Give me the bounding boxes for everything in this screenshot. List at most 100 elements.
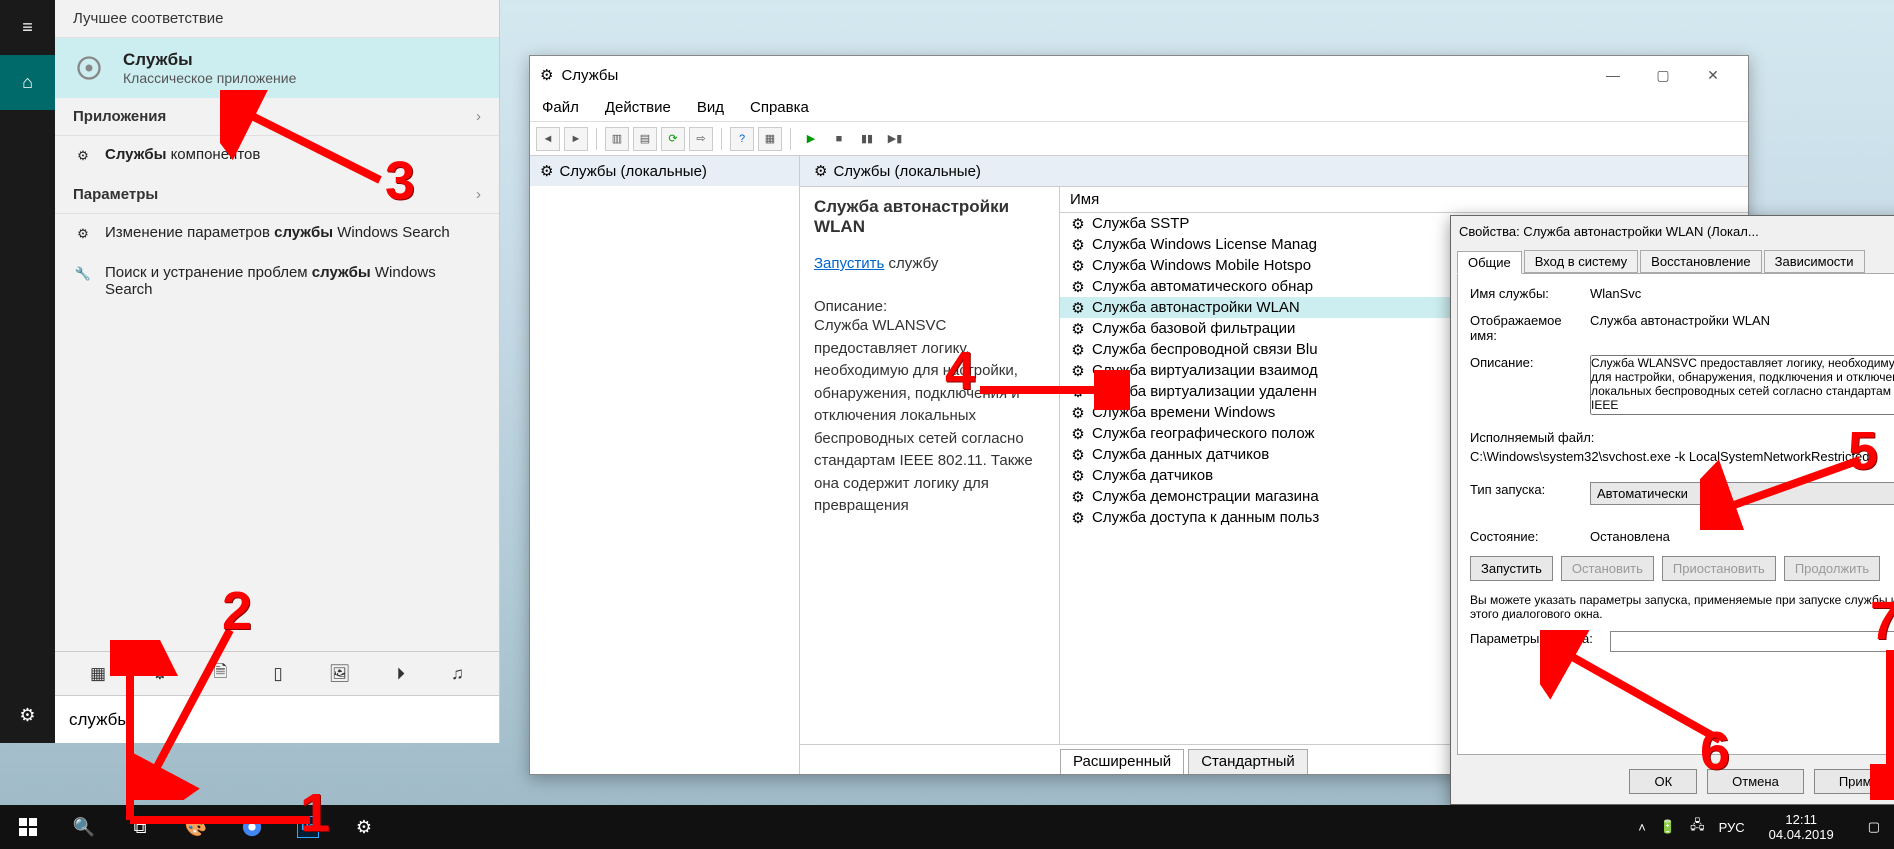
- filter-apps-icon[interactable]: ▦: [90, 664, 106, 684]
- service-name: Служба автоматического обнар: [1092, 278, 1313, 295]
- services-gear-icon: [73, 52, 105, 84]
- params-section-header[interactable]: Параметры ›: [55, 176, 499, 214]
- annotation-1: 1: [300, 782, 330, 844]
- apply-button[interactable]: Применить: [1814, 769, 1894, 794]
- service-name: Служба географического полож: [1092, 425, 1315, 442]
- filter-settings-icon[interactable]: ⚙: [152, 664, 167, 684]
- start-link[interactable]: Запустить: [814, 255, 884, 272]
- search-item-param1[interactable]: ⚙ Изменение параметров службы Windows Se…: [55, 214, 499, 254]
- params-hint: Вы можете указать параметры запуска, при…: [1470, 593, 1894, 621]
- tab-recovery[interactable]: Восстановление: [1640, 250, 1761, 273]
- tb-pause-icon[interactable]: ▮▮: [855, 127, 879, 151]
- network-icon[interactable]: 🖧: [1690, 816, 1705, 838]
- tb-fwd-icon[interactable]: ►: [564, 127, 588, 151]
- gear-icon: ⚙: [1070, 384, 1086, 400]
- detail-action: Запустить службу: [814, 255, 1045, 272]
- tb-play-icon[interactable]: ▶: [799, 127, 823, 151]
- tab-logon[interactable]: Вход в систему: [1524, 250, 1638, 273]
- tray-chevron-icon[interactable]: ˄: [1638, 820, 1646, 835]
- start-menu-rail: ≡ ⌂ ⚙: [0, 0, 55, 743]
- filter-phone-icon[interactable]: ▯: [273, 664, 282, 684]
- tb-props-icon[interactable]: ▤: [633, 127, 657, 151]
- window-titlebar[interactable]: ⚙ Службы — ▢ ✕: [530, 56, 1748, 94]
- settings-icon[interactable]: ⚙: [0, 688, 55, 743]
- tb-back-icon[interactable]: ◄: [536, 127, 560, 151]
- filter-video-icon[interactable]: ⏵: [397, 664, 406, 684]
- menu-action[interactable]: Действие: [605, 99, 671, 116]
- annotation-3: 3: [385, 150, 415, 212]
- startup-select[interactable]: Автоматически: [1590, 482, 1894, 505]
- tb-stop-icon[interactable]: ■: [827, 127, 851, 151]
- clock[interactable]: 12:11 04.04.2019: [1759, 812, 1844, 842]
- services-tb-icon[interactable]: ⚙: [336, 805, 392, 849]
- detail-title: Служба автонастройки WLAN: [814, 197, 1045, 237]
- search-input[interactable]: [69, 710, 485, 730]
- gear-icon: ⚙: [1070, 237, 1086, 253]
- filter-docs-icon[interactable]: 🗎: [214, 659, 228, 688]
- battery-icon[interactable]: 🔋: [1660, 819, 1676, 835]
- start-button[interactable]: [0, 805, 56, 849]
- component-icon: ⚙: [73, 146, 93, 166]
- gear-icon: ⚙: [1070, 405, 1086, 421]
- maximize-button[interactable]: ▢: [1638, 56, 1688, 94]
- menu-view[interactable]: Вид: [697, 99, 724, 116]
- time: 12:11: [1769, 812, 1834, 827]
- gear-icon: ⚙: [540, 162, 553, 180]
- control-buttons: Запустить Остановить Приостановить Продо…: [1470, 556, 1894, 581]
- tab-extended[interactable]: Расширенный: [1060, 749, 1184, 774]
- search-top-result[interactable]: Службы Классическое приложение: [55, 38, 499, 98]
- menu-help[interactable]: Справка: [750, 99, 809, 116]
- tb-help-icon[interactable]: ?: [730, 127, 754, 151]
- status-label: Состояние:: [1470, 529, 1590, 544]
- tb-export-icon[interactable]: ⇨: [689, 127, 713, 151]
- toolbar: ◄ ► ▥ ▤ ⟳ ⇨ ? ▦ ▶ ■ ▮▮ ▶▮: [530, 122, 1748, 156]
- gear-icon: ⚙: [1070, 279, 1086, 295]
- ok-button[interactable]: ОК: [1629, 769, 1697, 794]
- gear-icon: ⚙: [1070, 342, 1086, 358]
- lang-indicator[interactable]: РУС: [1719, 820, 1745, 835]
- tab-dependencies[interactable]: Зависимости: [1764, 250, 1865, 273]
- menu-bar: Файл Действие Вид Справка: [530, 94, 1748, 122]
- desc-textarea[interactable]: Служба WLANSVC предоставляет логику, нео…: [1590, 355, 1894, 415]
- taskview-icon[interactable]: ⧉: [112, 805, 168, 849]
- filter-photos-icon[interactable]: 🖼: [329, 664, 351, 684]
- search-item-components[interactable]: ⚙ Службы компонентов: [55, 136, 499, 176]
- detail-desc-label: Описание:: [814, 298, 1045, 315]
- notifications-icon[interactable]: ▢: [1858, 819, 1890, 835]
- filter-music-icon[interactable]: ♫: [451, 664, 464, 684]
- gear-icon: ⚙: [1070, 426, 1086, 442]
- start-button[interactable]: Запустить: [1470, 556, 1553, 581]
- close-button[interactable]: ✕: [1688, 56, 1738, 94]
- annotation-5: 5: [1848, 420, 1878, 482]
- tb-grid-icon[interactable]: ▦: [758, 127, 782, 151]
- apps-section-header[interactable]: Приложения ›: [55, 98, 499, 136]
- minimize-button[interactable]: —: [1588, 56, 1638, 94]
- app-icon: ⚙: [540, 66, 553, 84]
- menu-icon[interactable]: ≡: [0, 0, 55, 55]
- search-panel: Лучшее соответствие Службы Классическое …: [55, 0, 500, 743]
- search-input-wrapper[interactable]: [55, 695, 499, 743]
- search-icon[interactable]: 🔍: [56, 805, 112, 849]
- column-name-header[interactable]: Имя: [1060, 187, 1748, 213]
- chrome-icon[interactable]: [224, 805, 280, 849]
- exe-value: C:\Windows\system32\svchost.exe -k Local…: [1470, 449, 1894, 464]
- annotation-6: 6: [1700, 720, 1730, 782]
- params-input[interactable]: [1610, 631, 1894, 652]
- tb-restart-icon[interactable]: ▶▮: [883, 127, 907, 151]
- props-titlebar[interactable]: Свойства: Служба автонастройки WLAN (Лок…: [1451, 216, 1894, 246]
- tb-panes-icon[interactable]: ▥: [605, 127, 629, 151]
- gear-icon: ⚙: [1070, 489, 1086, 505]
- home-icon[interactable]: ⌂: [0, 55, 55, 110]
- menu-file[interactable]: Файл: [542, 99, 579, 116]
- disp-name-label: Отображаемое имя:: [1470, 313, 1590, 343]
- search-item-param2[interactable]: 🔧 Поиск и устранение проблем службы Wind…: [55, 254, 499, 308]
- detail-action-suffix: службу: [884, 255, 938, 272]
- tb-refresh-icon[interactable]: ⟳: [661, 127, 685, 151]
- list-header-label: Службы (локальные): [833, 163, 980, 180]
- gear-icon: ⚙: [1070, 447, 1086, 463]
- tab-general[interactable]: Общие: [1457, 251, 1522, 274]
- tree-root[interactable]: ⚙ Службы (локальные): [530, 156, 799, 186]
- paint-icon[interactable]: 🎨: [168, 805, 224, 849]
- tab-standard[interactable]: Стандартный: [1188, 749, 1308, 774]
- props-body: Имя службы:WlanSvc Отображаемое имя:Служ…: [1457, 273, 1894, 755]
